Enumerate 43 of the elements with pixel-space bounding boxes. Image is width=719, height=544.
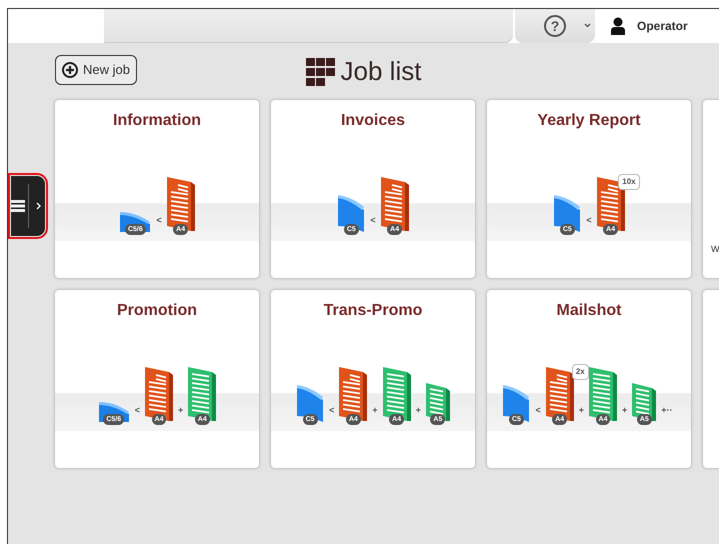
separator-sign: < [586, 214, 592, 226]
separator-sign: < [535, 404, 541, 416]
document-icon [380, 176, 410, 232]
document-icon [338, 366, 368, 422]
grid-icon [306, 58, 335, 86]
document-icon [588, 366, 618, 422]
user-name[interactable]: Operator [637, 17, 688, 35]
user-icon [611, 17, 625, 35]
plus-circle-icon [62, 62, 78, 78]
document-icon [144, 366, 174, 422]
help-button[interactable]: ? [544, 15, 566, 37]
job-title: Trans-Promo [322, 301, 424, 321]
separator-sign: +·· [661, 404, 673, 416]
quantity-badge: 2x [572, 364, 589, 380]
job-title: Yearly Report [536, 111, 642, 131]
job-title: Mailshot [556, 301, 622, 321]
separator-sign: < [329, 404, 334, 416]
separator-sign: + [416, 404, 421, 416]
document-icon [631, 382, 658, 422]
separator-sign: + [578, 404, 584, 416]
separator-sign: + [372, 404, 378, 416]
separator-sign: < [156, 214, 162, 226]
quantity-badge: 10x [618, 174, 640, 190]
job-title: Promotion [116, 301, 198, 321]
job-title: Invoices [340, 111, 406, 131]
envelope-icon [552, 192, 582, 232]
document-icon [544, 366, 575, 422]
separator-sign: + [622, 404, 628, 416]
page-title: Job list [340, 55, 422, 88]
document-icon [166, 176, 196, 232]
document-icon [187, 366, 218, 422]
sidebar-handle[interactable] [11, 176, 45, 236]
document-icon [424, 382, 451, 422]
envelope-icon [501, 382, 532, 422]
document-icon [382, 366, 412, 422]
new-job-button[interactable]: New job [55, 55, 137, 85]
separator-sign: + [178, 404, 184, 416]
separator-sign: < [134, 404, 140, 416]
envelope-icon [336, 192, 366, 232]
envelope-icon [295, 382, 326, 422]
caret-icon[interactable] [584, 23, 591, 28]
job-title: Information [112, 111, 202, 131]
separator-sign: < [370, 214, 376, 226]
